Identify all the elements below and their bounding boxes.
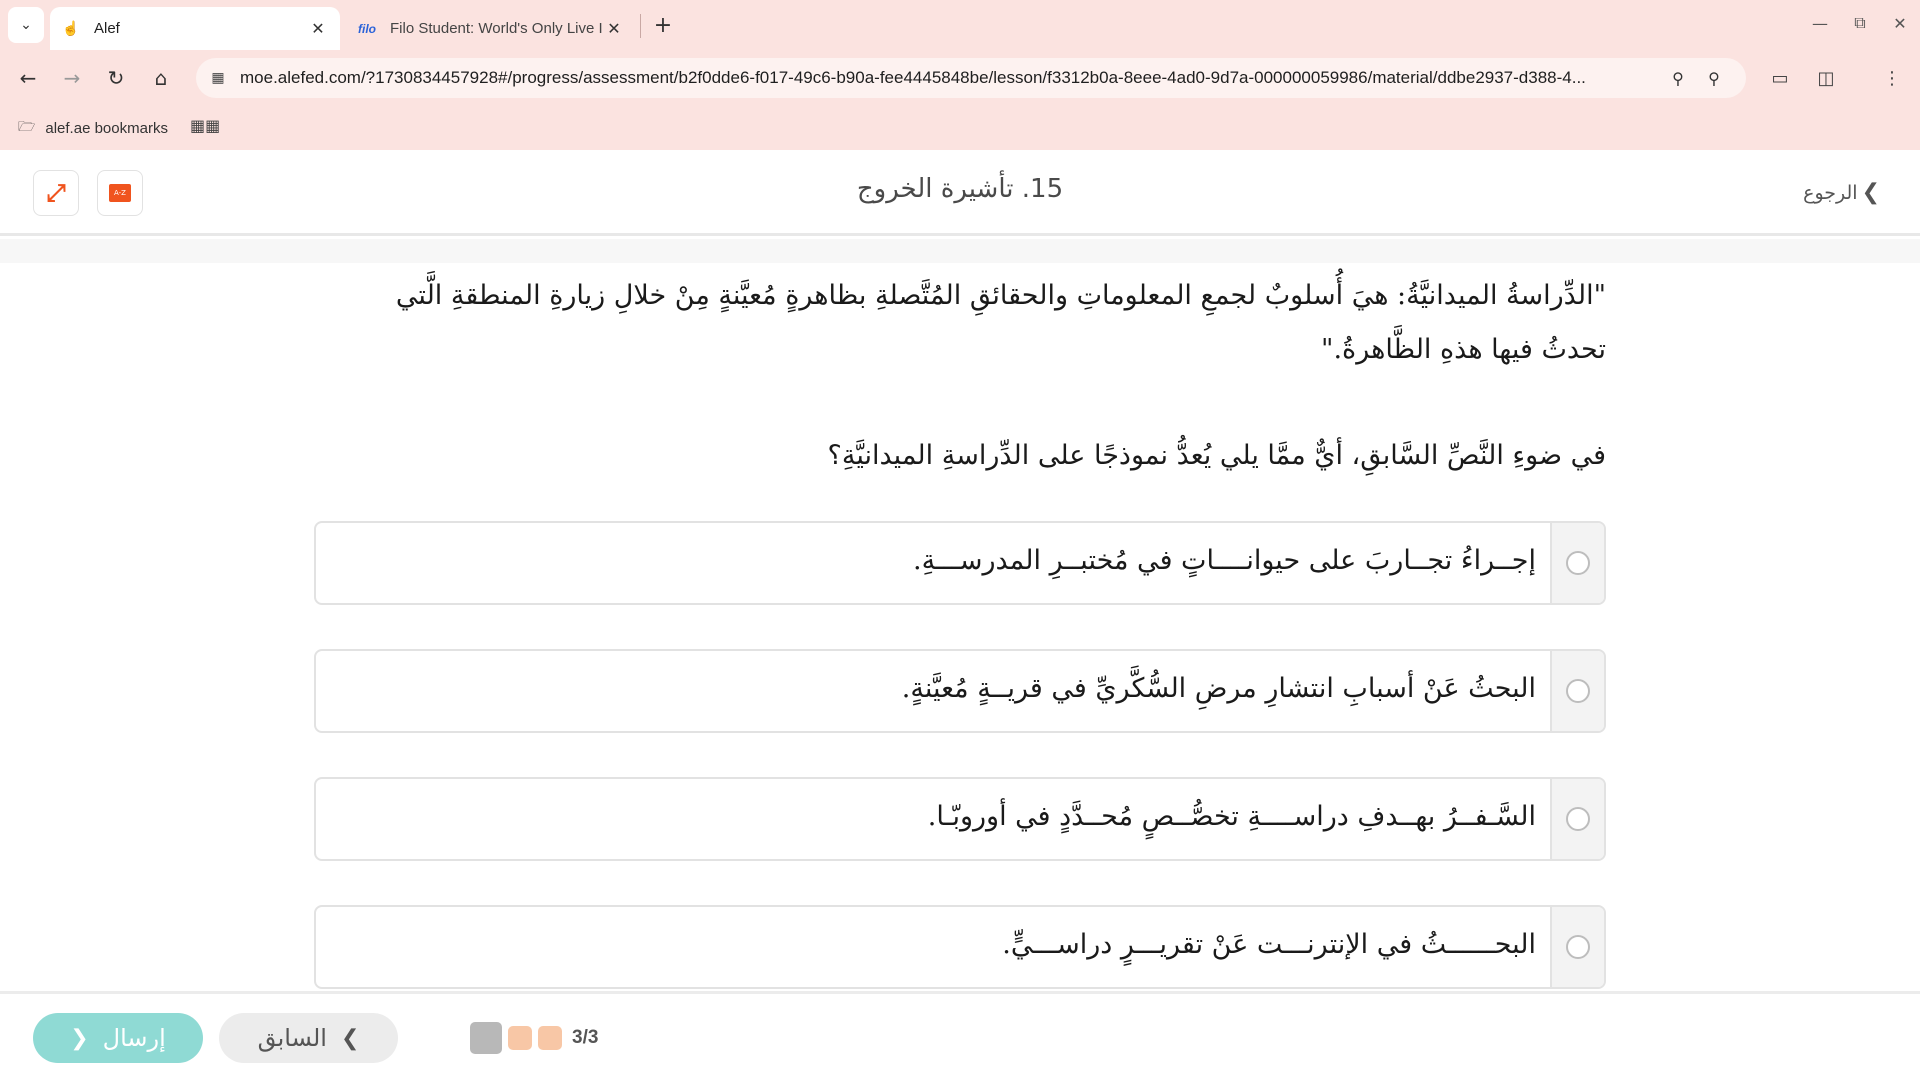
- radio-button[interactable]: [1566, 807, 1590, 831]
- answer-option[interactable]: البحثُ عَنْ أسبابِ انتشارِ مرضِ السُّكَّ…: [314, 649, 1606, 733]
- answer-option[interactable]: إجــراءُ تجــاربَ على حيوانــــاتٍ في مُ…: [314, 521, 1606, 605]
- close-icon[interactable]: ✕: [604, 19, 624, 39]
- radio-button[interactable]: [1566, 935, 1590, 959]
- progress-marker[interactable]: [508, 1026, 532, 1050]
- progress-marker[interactable]: [470, 1022, 502, 1054]
- submit-label: إرسال: [102, 1024, 166, 1052]
- radio-cell[interactable]: [1550, 907, 1604, 987]
- browser-toolbar: ← → ↻ ⌂ ▦ moe.alefed.com/?1730834457928#…: [0, 50, 1920, 106]
- minimize-icon[interactable]: —: [1800, 8, 1840, 38]
- lesson-header: ⤢ A-Z 15. تأشيرة الخروج ❯ الرجوع: [0, 150, 1920, 236]
- chevron-left-icon: ❮: [70, 1025, 89, 1051]
- assessment-footer: إرسال ❮ ❯ السابق 3/3: [0, 994, 1920, 1080]
- restore-icon[interactable]: ⧉: [1840, 8, 1880, 38]
- chevron-right-icon: ❯: [1861, 180, 1880, 205]
- cast-icon[interactable]: ▭: [1762, 60, 1798, 96]
- tab-alef[interactable]: ☝ Alef ✕: [50, 7, 340, 50]
- close-icon[interactable]: ✕: [308, 19, 328, 39]
- previous-button[interactable]: ❯ السابق: [219, 1013, 398, 1063]
- option-text: إجــراءُ تجــاربَ على حيوانــــاتٍ في مُ…: [913, 545, 1536, 576]
- progress-marker[interactable]: [538, 1026, 562, 1050]
- hand-pointer-icon: ☝: [62, 20, 80, 36]
- passage-text: "الدِّراسةُ الميدانيَّةُ: هيَ أُسلوبٌ لج…: [395, 280, 1606, 365]
- home-icon[interactable]: ⌂: [143, 60, 179, 96]
- address-bar[interactable]: ▦ moe.alefed.com/?1730834457928#/progres…: [196, 58, 1746, 98]
- tab-title: Alef: [94, 20, 120, 37]
- radio-cell[interactable]: [1550, 779, 1604, 859]
- back-arrow-icon[interactable]: ←: [10, 60, 46, 96]
- bookmark-folder-label: alef.ae bookmarks: [45, 119, 168, 137]
- reload-icon[interactable]: ↻: [98, 60, 134, 96]
- forward-arrow-icon[interactable]: →: [54, 60, 90, 96]
- option-text: البحثُ عَنْ أسبابِ انتشارِ مرضِ السُّكَّ…: [901, 673, 1536, 704]
- chevron-right-icon: ❯: [340, 1025, 360, 1051]
- question-progress: 3/3: [470, 1022, 598, 1054]
- back-button[interactable]: ❯ الرجوع: [1803, 180, 1880, 205]
- tab-filo[interactable]: filo Filo Student: World's Only Live I ✕: [346, 7, 636, 50]
- menu-kebab-icon[interactable]: ⋮: [1874, 60, 1910, 96]
- back-label: الرجوع: [1803, 181, 1858, 204]
- bookmark-folder[interactable]: 🗁 alef.ae bookmarks: [18, 116, 168, 140]
- answer-option[interactable]: السَّـفــرُ بهــدفِ دراســــةِ تخصُّــصٍ…: [314, 777, 1606, 861]
- question-text: في ضوءِ النَّصِّ السَّابقِ، أيٌّ ممَّا ي…: [827, 440, 1606, 471]
- question-area: "الدِّراسةُ الميدانيَّةُ: هيَ أُسلوبٌ لج…: [0, 239, 1920, 991]
- url-text[interactable]: moe.alefed.com/?1730834457928#/progress/…: [240, 68, 1640, 88]
- location-pin-icon[interactable]: ⚲: [1666, 66, 1690, 90]
- folder-icon: 🗁: [18, 118, 36, 134]
- tab-title: Filo Student: World's Only Live I: [390, 20, 603, 37]
- site-info-icon[interactable]: ▦: [206, 66, 230, 90]
- answer-option[interactable]: البحــــــثُ في الإنترنـــت عَنْ تقريـــ…: [314, 905, 1606, 989]
- previous-label: السابق: [257, 1024, 327, 1052]
- apps-grid-icon[interactable]: ▦▦: [190, 116, 220, 135]
- radio-button[interactable]: [1566, 551, 1590, 575]
- option-text: البحــــــثُ في الإنترنـــت عَنْ تقريـــ…: [1002, 929, 1536, 960]
- radio-button[interactable]: [1566, 679, 1590, 703]
- extensions-icon[interactable]: ◫: [1808, 60, 1844, 96]
- radio-cell[interactable]: [1550, 523, 1604, 603]
- tab-separator: [640, 14, 641, 38]
- radio-cell[interactable]: [1550, 651, 1604, 731]
- window-close-icon[interactable]: ✕: [1880, 8, 1920, 38]
- chevron-down-icon: ⌄: [20, 17, 32, 33]
- new-tab-button[interactable]: +: [650, 12, 676, 38]
- zoom-icon[interactable]: ⚲: [1702, 66, 1726, 90]
- submit-button[interactable]: إرسال ❮: [33, 1013, 203, 1063]
- option-text: السَّـفــرُ بهــدفِ دراســــةِ تخصُّــصٍ…: [927, 801, 1536, 832]
- divider: [0, 239, 1920, 263]
- progress-count: 3/3: [572, 1027, 599, 1048]
- bookmarks-bar: 🗁 alef.ae bookmarks ▦▦: [0, 106, 1920, 150]
- tab-search-button[interactable]: ⌄: [8, 7, 44, 43]
- page-title: 15. تأشيرة الخروج: [856, 174, 1064, 204]
- browser-tab-bar: ⌄ ☝ Alef ✕ filo Filo Student: World's On…: [0, 0, 1920, 50]
- filo-logo: filo: [358, 21, 376, 36]
